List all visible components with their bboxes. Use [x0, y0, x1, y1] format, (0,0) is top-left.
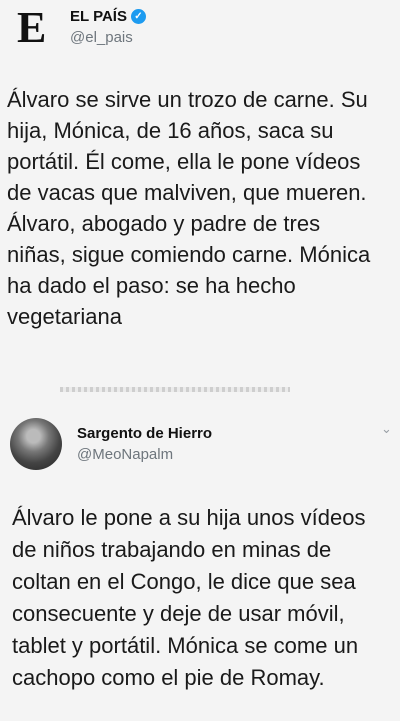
- verified-badge-icon: ✓: [130, 9, 146, 24]
- account-name-elpais[interactable]: EL PAÍS ✓: [70, 8, 146, 25]
- account-handle-elpais[interactable]: @el_pais: [70, 29, 133, 46]
- elpais-logo-icon[interactable]: E: [17, 6, 55, 50]
- chevron-down-icon[interactable]: ⌄: [381, 422, 392, 435]
- reply-text: Álvaro le pone a su hija unos vídeos de …: [12, 505, 366, 690]
- account-name-label: EL PAÍS: [70, 8, 127, 25]
- avatar[interactable]: [10, 418, 62, 470]
- account-handle-sargento[interactable]: @MeoNapalm: [77, 446, 173, 463]
- tweet-text: Álvaro se sirve un trozo de carne. Su hi…: [7, 87, 371, 329]
- account-name-sargento[interactable]: Sargento de Hierro: [77, 425, 212, 442]
